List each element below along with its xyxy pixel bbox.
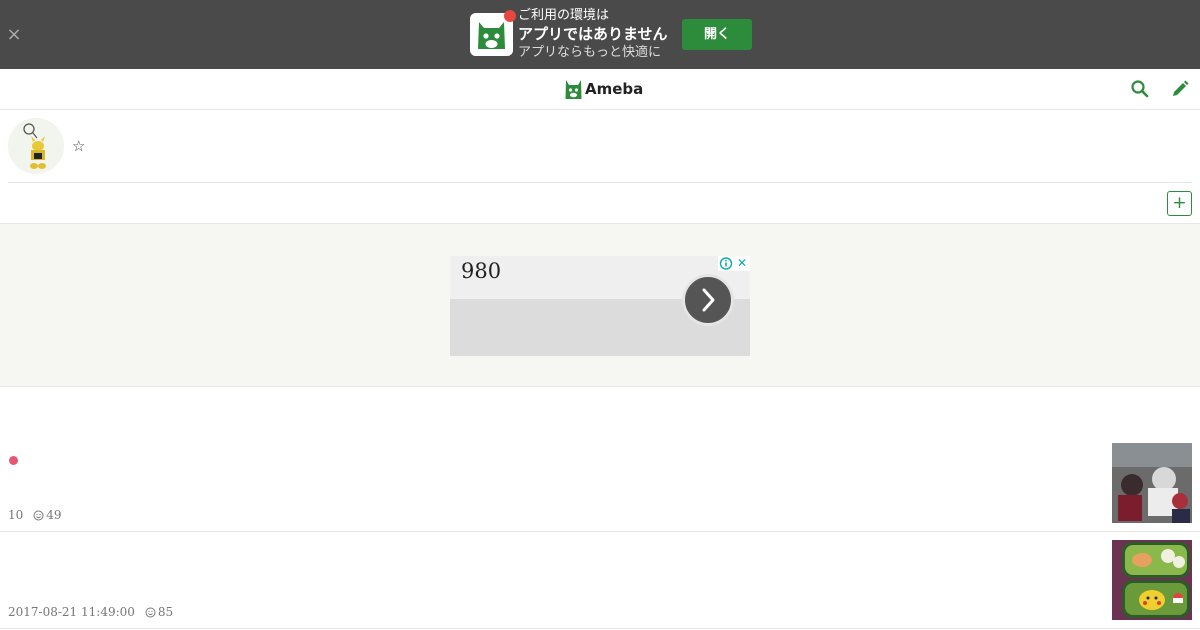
site-header: Ameba	[0, 69, 1200, 110]
profile-avatar[interactable]	[8, 118, 64, 174]
search-icon[interactable]	[1130, 79, 1150, 99]
app-banner: × ご利用の環境は アプリではありません アプリならもっと快適に 開く	[0, 0, 1200, 69]
smile-icon	[145, 607, 156, 617]
ad-price-text: 980	[461, 259, 502, 283]
entry-date: 10	[8, 508, 24, 522]
banner-line-2: アプリではありません	[518, 25, 668, 43]
entry-likes: 49	[33, 508, 62, 522]
banner-text: ご利用の環境は アプリではありません アプリならもっと快適に	[518, 7, 668, 61]
likes-count: 49	[46, 508, 62, 522]
ad-close-button[interactable]: ✕	[734, 256, 750, 271]
chevron-right-icon[interactable]	[682, 274, 734, 326]
ameba-mascot-icon	[565, 80, 582, 99]
banner-close-button[interactable]: ×	[6, 26, 22, 44]
entry-thumbnail[interactable]	[1112, 443, 1192, 523]
smile-icon	[33, 510, 44, 520]
blog-title[interactable]: ☆	[72, 137, 85, 155]
profile-divider	[8, 182, 1192, 183]
entry-meta: 2017-08-21 11:49:00 85	[8, 605, 173, 619]
entry-likes: 85	[145, 605, 173, 619]
likes-count: 85	[157, 605, 174, 619]
new-entry-dot	[9, 456, 18, 465]
entry-thumbnail[interactable]	[1112, 540, 1192, 620]
entry-item[interactable]: 10 49	[0, 387, 1200, 532]
edit-pencil-icon[interactable]	[1170, 79, 1190, 99]
ad-area: 980 ✕	[0, 223, 1200, 387]
notification-dot	[504, 10, 516, 22]
banner-line-1: ご利用の環境は	[518, 8, 610, 23]
entry-item[interactable]: 2017-08-21 11:49:00 85	[0, 532, 1200, 629]
ad-info-icon[interactable]	[718, 256, 734, 271]
logo-text: Ameba	[585, 80, 644, 98]
follow-plus-button[interactable]: +	[1167, 191, 1192, 216]
ameba-logo[interactable]: Ameba	[565, 78, 643, 100]
ad-banner[interactable]: 980 ✕	[450, 256, 750, 356]
banner-line-3: アプリならもっと快適に	[518, 45, 662, 60]
open-app-button[interactable]: 開く	[682, 19, 752, 50]
entry-meta: 10 49	[8, 508, 62, 522]
entry-date: 2017-08-21 11:49:00	[8, 605, 135, 619]
